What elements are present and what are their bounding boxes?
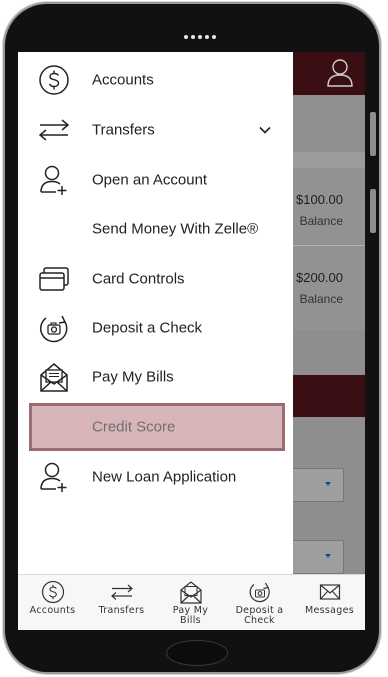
- menu-item-send-money-zelle[interactable]: Send Money With Zelle®: [18, 206, 293, 252]
- menu-item-label: Card Controls: [92, 270, 185, 288]
- menu-item-label: Deposit a Check: [92, 319, 203, 337]
- tab-deposit-check[interactable]: Deposit a Check: [225, 575, 294, 630]
- add-user-icon: [40, 462, 67, 492]
- dropdown-select[interactable]: [286, 540, 344, 574]
- app-screen: $100.00 Balance $200.00 Balance Accounts: [18, 52, 365, 630]
- chevron-down-icon[interactable]: [259, 126, 271, 134]
- account-balance-caption: Balance: [299, 292, 343, 306]
- menu-item-deposit-check[interactable]: Deposit a Check: [18, 305, 293, 351]
- tab-label: Deposit a Check: [235, 605, 284, 626]
- menu-item-open-account[interactable]: Open an Account: [18, 157, 293, 203]
- volume-button: [370, 112, 376, 156]
- tab-messages[interactable]: Messages: [294, 575, 365, 630]
- tab-label: Transfers: [98, 605, 145, 616]
- menu-item-label: New Loan Application: [92, 468, 237, 486]
- tab-accounts[interactable]: Accounts: [18, 575, 87, 630]
- menu-item-label: Pay My Bills: [92, 368, 174, 386]
- dropdown-select[interactable]: [286, 468, 344, 502]
- tab-transfers[interactable]: Transfers: [87, 575, 156, 630]
- menu-item-pay-bills[interactable]: Pay My Bills: [18, 354, 293, 400]
- profile-icon[interactable]: [327, 58, 353, 88]
- deposit-camera-icon: [249, 582, 270, 603]
- add-user-icon: [40, 165, 67, 195]
- menu-item-credit-score[interactable]: Credit Score: [29, 403, 285, 451]
- transfer-arrows-icon: [110, 584, 133, 600]
- speaker-grille: [184, 35, 216, 39]
- home-button[interactable]: [166, 640, 228, 666]
- transfer-arrows-icon: [38, 119, 70, 141]
- menu-item-label: Credit Score: [92, 418, 176, 436]
- power-button: [370, 189, 376, 233]
- tab-pay-my-bills[interactable]: Pay My Bills: [156, 575, 225, 630]
- menu-item-transfers[interactable]: Transfers: [18, 107, 293, 153]
- cards-icon: [39, 267, 69, 291]
- menu-item-label: Transfers: [92, 121, 155, 139]
- menu-item-label: Accounts: [92, 71, 154, 89]
- chevron-down-icon: [325, 482, 331, 486]
- menu-item-card-controls[interactable]: Card Controls: [18, 256, 293, 302]
- tab-label: Accounts: [29, 605, 76, 616]
- account-balance-amount: $100.00: [296, 192, 343, 207]
- account-balance-caption: Balance: [299, 214, 343, 228]
- menu-item-accounts[interactable]: Accounts: [18, 57, 293, 103]
- envelope-icon: [319, 584, 340, 600]
- menu-item-label: Send Money With Zelle®: [92, 220, 259, 238]
- bottom-tab-bar: Accounts Transfers Pay My Bills Deposit …: [18, 574, 365, 630]
- menu-item-label: Open an Account: [92, 171, 208, 189]
- chevron-down-icon: [325, 554, 331, 558]
- deposit-camera-icon: [39, 315, 68, 343]
- dollar-circle-icon: [39, 65, 69, 95]
- dollar-circle-icon: [41, 580, 64, 604]
- account-balance-amount: $200.00: [296, 270, 343, 285]
- bill-envelope-icon: [179, 581, 202, 604]
- menu-item-new-loan-application[interactable]: New Loan Application: [18, 454, 293, 500]
- tab-label: Pay My Bills: [172, 605, 209, 626]
- side-menu: Accounts Transfers Open an Account Send …: [18, 52, 293, 574]
- bill-envelope-icon: [40, 363, 68, 392]
- tab-label: Messages: [305, 605, 354, 616]
